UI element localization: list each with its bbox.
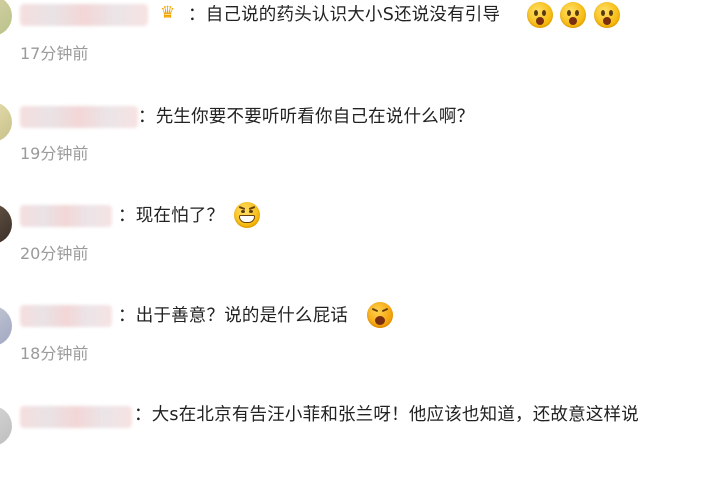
- shocked-emoji-icon: [527, 2, 553, 28]
- comment-item: ：大s在北京有告汪小菲和张兰呀！他应该也知道，还故意这样说: [0, 396, 704, 496]
- avatar[interactable]: [0, 406, 12, 446]
- username-blurred[interactable]: [20, 406, 132, 428]
- avatar[interactable]: [0, 0, 12, 36]
- comment-text: ：出于善意？说的是什么屁话: [118, 306, 349, 326]
- crown-icon: ♛: [160, 3, 176, 23]
- shocked-emoji-icon: [594, 2, 620, 28]
- comment-item: ：出于善意？说的是什么屁话 18分钟前: [0, 296, 704, 396]
- username-blurred[interactable]: [20, 106, 138, 128]
- comment-item: ：先生你要不要听听看你自己在说什么啊？ 19分钟前: [0, 96, 704, 196]
- comment-time: 20分钟前: [20, 244, 89, 263]
- grimace-emoji-icon: [234, 202, 260, 228]
- username-blurred[interactable]: [20, 4, 148, 26]
- username-blurred[interactable]: [20, 305, 112, 327]
- comment-text: ：大s在北京有告汪小菲和张兰呀！他应该也知道，还故意这样说: [134, 405, 639, 425]
- avatar[interactable]: [0, 102, 12, 142]
- angry-emoji-icon: [367, 302, 393, 328]
- comment-text: ：自己说的药头认识大小S还说没有引导: [188, 5, 501, 25]
- shocked-emoji-icon: [560, 2, 586, 28]
- comment-item: ♛ ：自己说的药头认识大小S还说没有引导 17分钟前: [0, 0, 704, 100]
- avatar[interactable]: [0, 306, 12, 346]
- username-blurred[interactable]: [20, 205, 112, 227]
- comment-time: 18分钟前: [20, 344, 89, 363]
- comment-time: 17分钟前: [20, 44, 89, 63]
- comment-text: ：现在怕了？: [118, 206, 225, 226]
- avatar[interactable]: [0, 204, 12, 244]
- comment-item: ：现在怕了？ 20分钟前: [0, 196, 704, 296]
- comment-time: 19分钟前: [20, 144, 89, 163]
- comment-text: ：先生你要不要听听看你自己在说什么啊？: [138, 107, 475, 127]
